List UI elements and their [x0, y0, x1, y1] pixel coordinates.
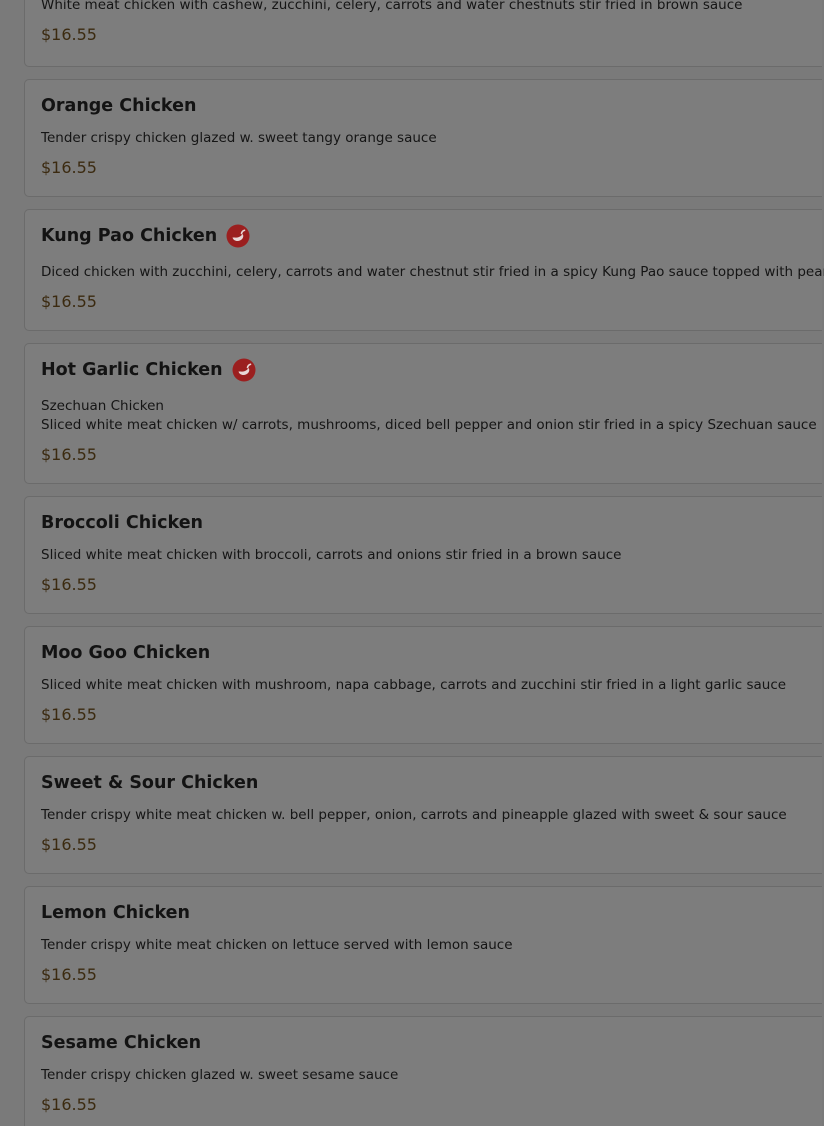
chili-pepper-icon: [232, 358, 256, 382]
menu-item-card[interactable]: Sweet & Sour Chicken Tender crispy white…: [24, 756, 822, 874]
menu-item-header: Sweet & Sour Chicken: [41, 773, 258, 793]
menu-item-name: Sesame Chicken: [41, 1033, 202, 1053]
menu-item-subtitle: Szechuan Chicken: [41, 398, 164, 414]
menu-item-header: Kung Pao Chicken: [41, 224, 250, 248]
menu-item-name: Broccoli Chicken: [41, 513, 204, 533]
menu-item-card[interactable]: Lemon Chicken Tender crispy white meat c…: [24, 886, 822, 1004]
menu-item-name: Lemon Chicken: [41, 903, 190, 923]
menu-item-header: Lemon Chicken: [41, 903, 190, 923]
menu-item-card[interactable]: Kung Pao Chicken Diced chicken with zucc…: [24, 209, 824, 331]
menu-item-description: Diced chicken with zucchini, celery, car…: [41, 264, 824, 280]
menu-item-price: $16.55: [41, 835, 97, 854]
menu-item-description: Sliced white meat chicken with mushroom,…: [41, 677, 787, 693]
menu-page: White meat chicken with cashew, zucchini…: [0, 0, 824, 1126]
menu-item-price: $16.55: [41, 158, 97, 177]
menu-item-name: Kung Pao Chicken: [41, 226, 218, 246]
menu-item-header: Moo Goo Chicken: [41, 643, 210, 663]
menu-item-name: Orange Chicken: [41, 96, 197, 116]
menu-item-description: Tender crispy white meat chicken on lett…: [41, 937, 513, 953]
menu-item-description: Sliced white meat chicken with broccoli,…: [41, 547, 622, 563]
menu-item-header: Broccoli Chicken: [41, 513, 203, 533]
chili-pepper-icon: [226, 224, 250, 248]
menu-item-card[interactable]: Hot Garlic Chicken Szechuan Chicken Slic…: [24, 343, 822, 484]
menu-item-description: Tender crispy white meat chicken w. bell…: [41, 807, 787, 823]
menu-item-header: Sesame Chicken: [41, 1033, 201, 1053]
menu-item-price: $16.55: [41, 445, 97, 464]
menu-item-header: Hot Garlic Chicken: [41, 358, 256, 382]
menu-item-description: Sliced white meat chicken w/ carrots, mu…: [41, 417, 817, 433]
menu-item-name: Hot Garlic Chicken: [41, 360, 223, 380]
menu-item-price: $16.55: [41, 292, 97, 311]
menu-item-price: $16.55: [41, 1095, 97, 1114]
menu-item-name: Sweet & Sour Chicken: [41, 773, 259, 793]
menu-item-description: White meat chicken with cashew, zucchini…: [41, 0, 743, 13]
menu-item-price: $16.55: [41, 965, 97, 984]
menu-item-price: $16.55: [41, 25, 97, 44]
menu-item-card[interactable]: White meat chicken with cashew, zucchini…: [24, 0, 822, 67]
menu-item-card[interactable]: Moo Goo Chicken Sliced white meat chicke…: [24, 626, 822, 744]
menu-item-card[interactable]: Sesame Chicken Tender crispy chicken gla…: [24, 1016, 822, 1126]
menu-item-name: Moo Goo Chicken: [41, 643, 211, 663]
menu-item-price: $16.55: [41, 705, 97, 724]
menu-item-description: Tender crispy chicken glazed w. sweet se…: [41, 1067, 399, 1083]
menu-item-card[interactable]: Broccoli Chicken Sliced white meat chick…: [24, 496, 822, 614]
menu-item-price: $16.55: [41, 575, 97, 594]
menu-item-card[interactable]: Orange Chicken Tender crispy chicken gla…: [24, 79, 822, 197]
menu-item-header: Orange Chicken: [41, 96, 196, 116]
menu-item-description: Tender crispy chicken glazed w. sweet ta…: [41, 130, 437, 146]
